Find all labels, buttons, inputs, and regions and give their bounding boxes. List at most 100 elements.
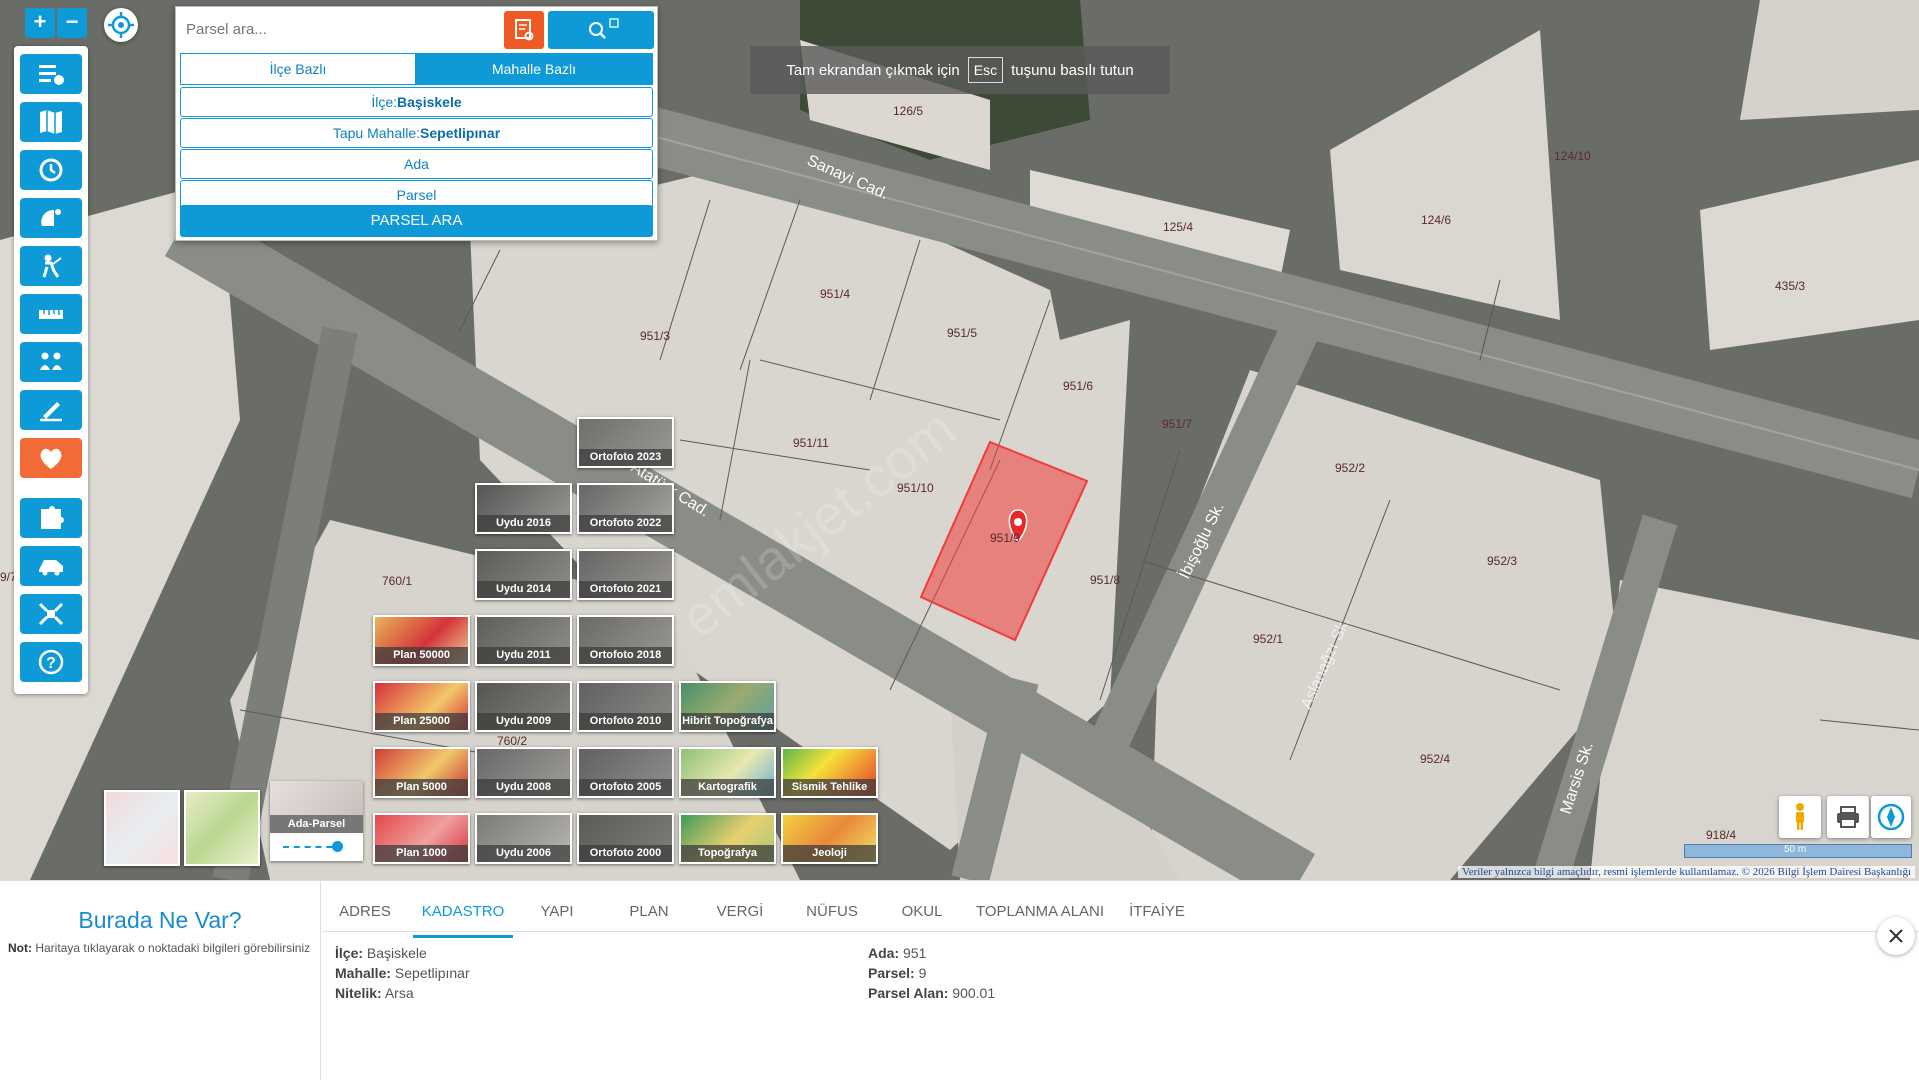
print-button[interactable] [1827, 796, 1869, 838]
mahalle-value: Sepetlipınar [420, 125, 501, 141]
info-panel: Burada Ne Var? Not: Haritaya tıklayarak … [0, 880, 1919, 1080]
tab-itfaiye[interactable]: İTFAİYE [1124, 895, 1190, 935]
ada-parsel-layer[interactable]: Ada-Parsel [270, 781, 363, 861]
layer-ortofoto-2000[interactable]: Ortofoto 2000 [577, 813, 674, 864]
layer-topografya[interactable]: Topoğrafya [679, 813, 776, 864]
layer-uydu-2006[interactable]: Uydu 2006 [475, 813, 572, 864]
printer-icon [1837, 806, 1859, 828]
zoom-in-button[interactable]: + [25, 8, 55, 38]
tab-okul[interactable]: OKUL [892, 895, 952, 935]
layer-label: Uydu 2016 [477, 515, 570, 532]
opacity-slider-handle[interactable] [332, 841, 343, 852]
vehicle-button[interactable] [20, 546, 82, 586]
kadastro-ilce-key: İlçe: [335, 945, 364, 961]
parcel-label: 952/4 [1420, 752, 1450, 766]
kadastro-mahalle: Mahalle: Sepetlipınar [335, 965, 470, 981]
construction-button[interactable] [20, 246, 82, 286]
tab-plan[interactable]: PLAN [619, 895, 679, 935]
parcel-label: 952/1 [1253, 632, 1283, 646]
tab-mahalle-bazli[interactable]: Mahalle Bazlı [415, 53, 653, 85]
layer-uydu-2016[interactable]: Uydu 2016 [475, 483, 572, 534]
help-button[interactable]: ? [20, 642, 82, 682]
tools-button[interactable] [20, 198, 82, 238]
tab-adres[interactable]: ADRES [330, 895, 400, 935]
layer-hibrit-topografya[interactable]: Hibrit Topoğrafya [679, 681, 776, 732]
parcel-search-input[interactable] [184, 11, 478, 47]
layer-label: Hibrit Topoğrafya [681, 713, 774, 730]
layer-sismik-tehlike[interactable]: Sismik Tehlike [781, 747, 878, 798]
ilce-select[interactable]: İlçe:Başiskele [180, 87, 653, 117]
layer-label: Uydu 2008 [477, 779, 570, 796]
parcel-search-panel: İlçe Bazlı Mahalle Bazlı İlçe:Başiskele … [175, 6, 658, 241]
layer-label: Ortofoto 2005 [579, 779, 672, 796]
parcel-label: 951/3 [640, 329, 670, 343]
parcel-label: 124/6 [1421, 213, 1451, 227]
ada-parsel-label: Ada-Parsel [270, 815, 363, 833]
layer-ortofoto-2018[interactable]: Ortofoto 2018 [577, 615, 674, 666]
layers-info-button[interactable] [20, 54, 82, 94]
tab-vergi[interactable]: VERGİ [710, 895, 770, 935]
parcel-label: 951/8 [1090, 573, 1120, 587]
layer-ortofoto-2010[interactable]: Ortofoto 2010 [577, 681, 674, 732]
map-canvas[interactable]: 126/5 124/10 124/6 435/3 125/4 951/4 951… [0, 0, 1919, 880]
layer-ortofoto-2005[interactable]: Ortofoto 2005 [577, 747, 674, 798]
layer-plan-5000[interactable]: Plan 5000 [373, 747, 470, 798]
layer-label: Kartografik [681, 779, 774, 796]
map-attribution: Veriler yalnızca bilgi amaçlıdır, resmi … [1457, 866, 1915, 878]
layer-label: Plan 50000 [375, 647, 468, 664]
layer-uydu-2014[interactable]: Uydu 2014 [475, 549, 572, 600]
tab-toplanma-alani[interactable]: TOPLANMA ALANI [975, 895, 1105, 935]
ruler-icon [39, 310, 63, 319]
layer-ortofoto-2022[interactable]: Ortofoto 2022 [577, 483, 674, 534]
expand-button[interactable] [20, 594, 82, 634]
layer-ortofoto-2023[interactable]: Ortofoto 2023 [577, 417, 674, 468]
map-button[interactable] [20, 102, 82, 142]
layer-uydu-2008[interactable]: Uydu 2008 [475, 747, 572, 798]
layer-ortofoto-2021[interactable]: Ortofoto 2021 [577, 549, 674, 600]
tab-nufus[interactable]: NÜFUS [797, 895, 867, 935]
puzzle-button[interactable] [20, 498, 82, 538]
basemap-green[interactable] [184, 790, 260, 866]
street-view-button[interactable] [1779, 796, 1821, 838]
social-button[interactable] [20, 342, 82, 382]
basemap-street[interactable] [104, 790, 180, 866]
favorites-button[interactable] [20, 438, 82, 478]
layer-label: Plan 1000 [375, 845, 468, 862]
pencil-chart-icon [40, 402, 62, 422]
draw-button[interactable] [20, 390, 82, 430]
history-button[interactable] [20, 150, 82, 190]
compass-icon [1877, 803, 1905, 831]
compass-button[interactable] [1871, 796, 1911, 838]
parcel-label: 124/10 [1554, 149, 1591, 163]
kadastro-nitelik-value: Arsa [384, 985, 414, 1001]
parcel-label: 951/9 [990, 531, 1020, 545]
tab-yapi[interactable]: YAPI [527, 895, 587, 935]
kadastro-ada-key: Ada: [868, 945, 900, 961]
ada-input[interactable]: Ada [180, 149, 653, 179]
measure-button[interactable] [20, 294, 82, 334]
layer-plan-50000[interactable]: Plan 50000 [373, 615, 470, 666]
close-panel-button[interactable] [1877, 917, 1915, 955]
map-icon [40, 110, 62, 134]
what-is-here-title: Burada Ne Var? [78, 907, 242, 933]
people-icon [40, 352, 62, 370]
layer-plan-1000[interactable]: Plan 1000 [373, 813, 470, 864]
zoom-out-button[interactable]: − [57, 8, 87, 38]
layer-uydu-2009[interactable]: Uydu 2009 [475, 681, 572, 732]
parcel-label: 918/4 [1706, 828, 1736, 842]
layer-uydu-2011[interactable]: Uydu 2011 [475, 615, 572, 666]
layer-plan-25000[interactable]: Plan 25000 [373, 681, 470, 732]
tab-ilce-bazli[interactable]: İlçe Bazlı [180, 53, 416, 85]
tab-divider [322, 931, 1919, 932]
layer-kartografik[interactable]: Kartografik [679, 747, 776, 798]
mahalle-select[interactable]: Tapu Mahalle:Sepetlipınar [180, 118, 653, 148]
kadastro-parsel-alan: Parsel Alan: 900.01 [868, 985, 995, 1001]
parsel-ara-button[interactable]: PARSEL ARA [180, 205, 653, 237]
satellite-icon [41, 209, 61, 226]
parcel-label: 951/6 [1063, 379, 1093, 393]
layer-jeoloji[interactable]: Jeoloji [781, 813, 878, 864]
search-button[interactable] [548, 11, 654, 49]
locate-button[interactable] [104, 8, 138, 42]
search-document-button[interactable] [504, 11, 544, 49]
clock-icon [39, 158, 63, 182]
